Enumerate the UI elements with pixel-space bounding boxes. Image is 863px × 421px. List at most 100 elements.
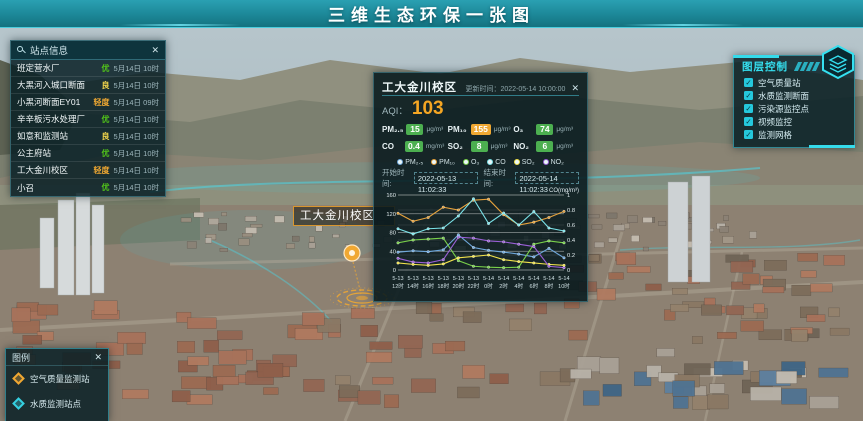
decorative-stripes [796,62,818,71]
svg-text:4时: 4时 [514,282,523,290]
svg-text:5-14: 5-14 [498,276,509,282]
pollutant-unit: μg/m³ [556,143,573,150]
svg-text:6时: 6时 [529,282,538,290]
station-name: 小召 [17,182,98,194]
pollutant-value-badge: 74 [536,124,553,135]
svg-text:0: 0 [567,268,570,274]
pollutant-cell: PM₂.₅15μg/m³ [382,124,448,135]
svg-text:12时: 12时 [392,282,404,290]
search-icon[interactable] [17,46,25,54]
aqi-label: AQI： [382,103,408,117]
checkbox-checked-icon[interactable]: ✓ [744,91,753,100]
station-row[interactable]: 公主府站优5月14日 10时 [11,145,165,162]
chart-legend-item[interactable]: PM₂.₅ [397,159,423,166]
checkbox-checked-icon[interactable]: ✓ [744,117,753,126]
svg-text:5-13: 5-13 [438,276,449,282]
layer-item-label: 监测网格 [758,129,792,141]
svg-text:5-13: 5-13 [423,276,434,282]
close-icon[interactable]: ✕ [151,45,159,56]
station-update-time: 5月14日 10时 [114,148,159,159]
pollutant-cell: NO₂6μg/m³ [513,141,579,152]
station-list-panel: 站点信息 ✕ 班定营水厂优5月14日 10时大黑河入城口断面良5月14日 10时… [10,40,166,197]
station-update-time: 5月14日 10时 [114,63,159,74]
layer-item[interactable]: ✓ 监测网格 [734,128,854,141]
station-grade-badge: 优 [102,182,110,193]
station-row[interactable]: 如意和监测站良5月14日 10时 [11,128,165,145]
top-header: 三维生态环保一张图 [0,0,863,28]
legend-marker-icon [12,372,25,385]
start-time-input[interactable]: 2022-05-13 11:02:33 [414,172,478,184]
station-grade-badge: 轻度 [94,165,110,176]
svg-text:120: 120 [386,212,396,218]
station-name: 班定营水厂 [17,62,98,74]
station-name: 工大金川校区 [17,164,90,176]
map-legend-panel: 图例 ✕ 空气质量监测站水质监测站点 [5,348,109,421]
close-icon[interactable]: ✕ [94,352,102,363]
pollutant-cell: SO₂8μg/m³ [448,141,514,152]
station-row[interactable]: 小黑河断面EY01 轻度 5月14日 09时 [11,94,165,111]
chart-legend-item[interactable]: SO₂ [514,159,535,166]
svg-text:5-14: 5-14 [513,276,524,282]
chart-legend-item[interactable]: CO [487,159,506,166]
svg-text:5-14: 5-14 [558,276,569,282]
station-row[interactable]: 大黑河入城口断面良5月14日 10时 [11,77,165,94]
station-row[interactable]: 工大金川校区轻度5月14日 10时 [11,162,165,179]
svg-text:160: 160 [386,193,396,199]
layer-item[interactable]: ✓污染源监控点 [734,102,854,115]
station-name: 辛辛板污水处理厂 [17,113,98,125]
station-grade-badge: 优 [102,114,110,125]
svg-text:5-13: 5-13 [453,276,464,282]
pollutant-value-badge: 155 [471,124,491,135]
layer-list: ✓空气质量站✓水质监测断面✓污染源监控点✓视频监控✓监测网格 [734,76,854,141]
checkbox-checked-icon[interactable]: ✓ [744,104,753,113]
legend-dot-icon [397,159,403,165]
time-range-row: 开始时间: 2022-05-13 11:02:33 结束时间: 2022-05-… [382,171,579,184]
end-time-input[interactable]: 2022-05-14 11:02:33 [515,172,579,184]
pollutant-cell: PM₁₀155μg/m³ [448,124,514,135]
pollutant-cell: CO0.4mg/m³ [382,141,448,152]
page-title: 三维生态环保一张图 [328,1,535,26]
chart-legend-item[interactable]: NO₂ [543,159,564,166]
station-list: 班定营水厂优5月14日 10时大黑河入城口断面良5月14日 10时小黑河断面EY… [11,60,165,196]
checkbox-checked-icon[interactable]: ✓ [744,130,753,139]
svg-text:40: 40 [390,249,396,255]
station-row[interactable]: 辛辛板污水处理厂优5月14日 10时 [11,111,165,128]
layers-icon[interactable] [820,44,856,80]
station-grade-badge: 优 [102,63,110,74]
legend-dot-icon [487,159,493,165]
pollutant-label: CO [382,142,402,151]
pollutant-unit: μg/m³ [426,126,443,133]
aqi-row: AQI： 103 [382,98,579,122]
svg-text:0.2: 0.2 [567,253,575,259]
legend-dot-icon [431,159,437,165]
svg-text:5-14: 5-14 [483,276,494,282]
chart-legend-label: NO₂ [551,159,564,166]
chart-legend-label: PM₂.₅ [405,159,423,166]
pollutant-grid: PM₂.₅15μg/m³PM₁₀155μg/m³O₃74μg/m³ CO0.4mg… [382,124,579,152]
station-row[interactable]: 小召优5月14日 10时 [11,179,165,196]
svg-text:0: 0 [393,268,396,274]
pollutant-unit: mg/m³ [426,143,444,150]
legend-dot-icon [514,159,520,165]
update-time: 更新时间：2022-05-14 10:00:00 [463,84,565,94]
svg-text:22时: 22时 [468,282,480,290]
chart-legend-label: CO [495,159,506,166]
station-name: 小黑河断面EY01 [17,96,90,108]
legend-header: 图例 ✕ [6,349,108,366]
end-time-label: 结束时间: [484,167,510,189]
pollutant-cell: O₃74μg/m³ [513,124,579,135]
svg-text:5-13: 5-13 [468,276,479,282]
checkbox-checked-icon[interactable]: ✓ [744,78,753,87]
chart-legend-item[interactable]: O₃ [463,159,479,166]
svg-text:14时: 14时 [407,282,419,290]
layer-item[interactable]: ✓视频监控 [734,115,854,128]
station-row[interactable]: 班定营水厂优 5月14日 10时 [11,60,165,77]
legend-dot-icon [463,159,469,165]
layer-item[interactable]: ✓水质监测断面 [734,89,854,102]
pollutant-value-badge: 8 [471,141,488,152]
chart-legend-item[interactable]: PM₁₀ [431,159,455,166]
svg-text:CO(mg/m³): CO(mg/m³) [549,188,579,194]
close-icon[interactable]: ✕ [571,83,579,94]
station-grade-badge: 轻度 [94,97,110,108]
station-update-time: 5月14日 09时 [114,97,159,108]
